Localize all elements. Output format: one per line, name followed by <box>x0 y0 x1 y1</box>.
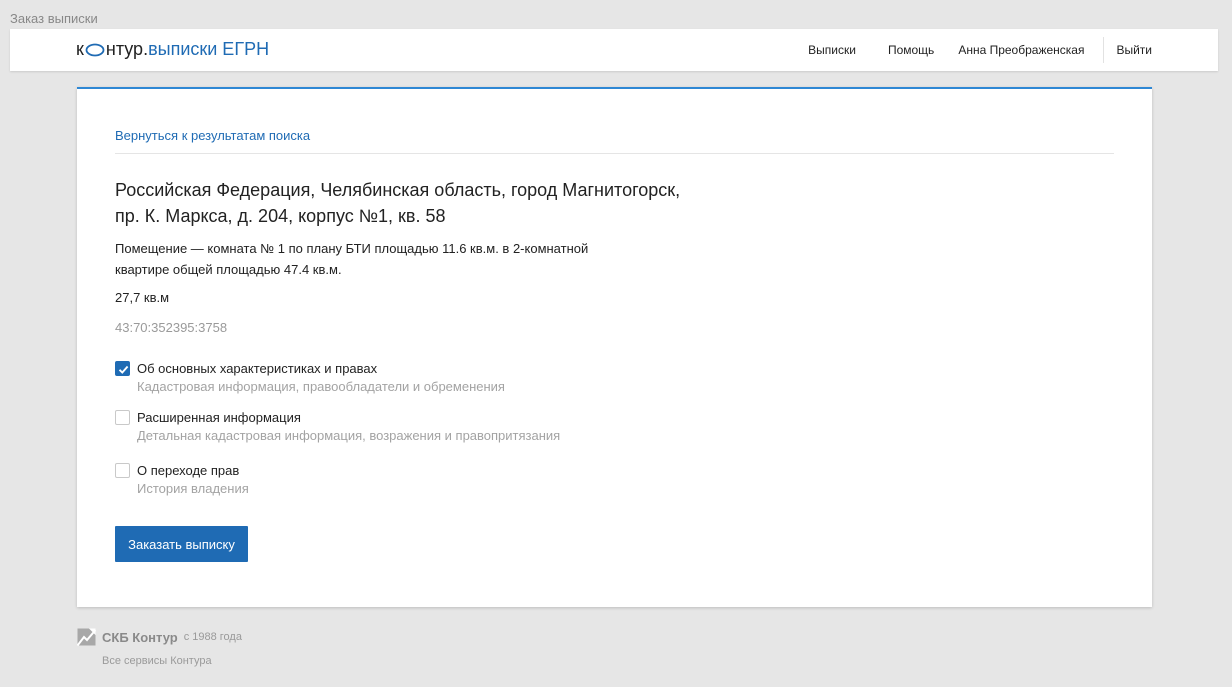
window-title: Заказ выписки <box>10 11 98 26</box>
logout-link[interactable]: Выйти <box>1116 43 1152 57</box>
footer-brand[interactable]: СКБ Контур <box>102 630 178 645</box>
option-extended-info[interactable]: Расширенная информация Детальная кадастр… <box>115 409 560 445</box>
option-title: Расширенная информация <box>137 410 301 425</box>
logo-product: выписки ЕГРН <box>148 39 270 59</box>
description-line-1: Помещение — комната № 1 по плану БТИ пло… <box>115 241 589 256</box>
order-card: Вернуться к результатам поиска Российска… <box>77 87 1152 607</box>
back-to-search-link[interactable]: Вернуться к результатам поиска <box>115 128 310 143</box>
option-ownership-transfer[interactable]: О переходе прав История владения <box>115 462 249 498</box>
option-subtitle: Детальная кадастровая информация, возраж… <box>137 428 561 443</box>
property-description: Помещение — комната № 1 по плану БТИ пло… <box>115 238 635 280</box>
basic-info-checkbox[interactable] <box>115 361 130 376</box>
skb-kontur-logo-icon <box>77 628 96 646</box>
property-address: Российская Федерация, Челябинская област… <box>115 177 755 229</box>
ownership-transfer-checkbox[interactable] <box>115 463 130 478</box>
kontur-logo[interactable]: к нтур. выписки ЕГРН <box>76 39 269 60</box>
address-line-1: Российская Федерация, Челябинская област… <box>115 180 681 200</box>
check-icon <box>118 365 129 374</box>
option-subtitle: Кадастровая информация, правообладатели … <box>137 379 505 394</box>
option-basic-info[interactable]: Об основных характеристиках и правах Кад… <box>115 360 505 396</box>
order-statement-button[interactable]: Заказать выписку <box>115 526 248 562</box>
nav-help-link[interactable]: Помощь <box>888 43 934 57</box>
option-title: О переходе прав <box>137 463 240 478</box>
divider <box>115 153 1114 154</box>
address-line-2: пр. К. Маркса, д. 204, корпус №1, кв. 58 <box>115 206 446 226</box>
footer-since: с 1988 года <box>183 631 242 643</box>
footer: СКБ Контур с 1988 года Все сервисы Конту… <box>77 628 242 667</box>
option-subtitle: История владения <box>137 481 249 496</box>
option-title: Об основных характеристиках и правах <box>137 361 378 376</box>
main-nav: Выписки Помощь Анна Преображенская Выйти <box>776 29 1218 71</box>
extended-info-checkbox[interactable] <box>115 410 130 425</box>
user-profile-link[interactable]: Анна Преображенская <box>958 43 1084 57</box>
nav-divider <box>1103 37 1105 63</box>
cadastral-number: 43:70:352395:3758 <box>115 320 228 335</box>
property-area: 27,7 кв.м <box>115 290 170 305</box>
description-line-2: квартире общей площадью 47.4 кв.м. <box>115 262 342 277</box>
top-navigation-bar: к нтур. выписки ЕГРН Выписки Помощь Анна… <box>10 29 1218 71</box>
logo-suffix: нтур. <box>105 39 149 59</box>
all-services-link[interactable]: Все сервисы Контура <box>102 655 242 667</box>
contour-o-icon <box>85 43 105 56</box>
logo-prefix: к <box>76 39 84 59</box>
nav-statements-link[interactable]: Выписки <box>808 43 856 57</box>
